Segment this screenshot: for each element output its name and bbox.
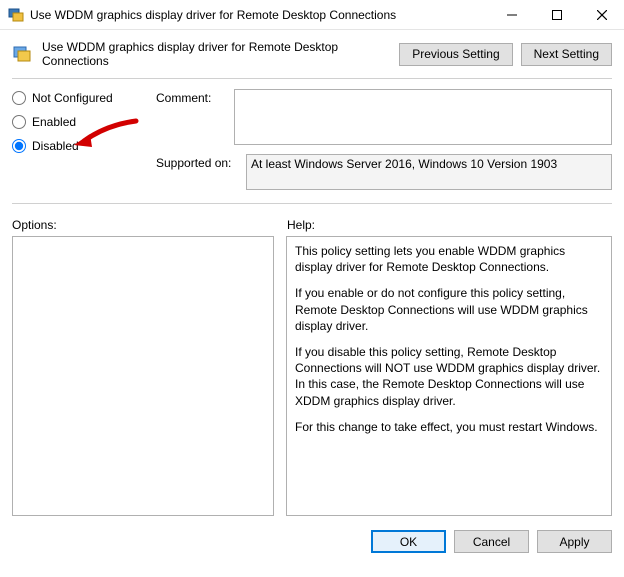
supported-on-label: Supported on: (156, 154, 246, 170)
close-button[interactable] (579, 0, 624, 30)
ok-button[interactable]: OK (371, 530, 446, 553)
enabled-radio[interactable] (12, 115, 26, 129)
options-panel[interactable] (12, 236, 274, 516)
policy-icon (12, 44, 32, 64)
disabled-radio[interactable] (12, 139, 26, 153)
previous-setting-button[interactable]: Previous Setting (399, 43, 512, 66)
cancel-button[interactable]: Cancel (454, 530, 529, 553)
not-configured-radio[interactable] (12, 91, 26, 105)
help-text: This policy setting lets you enable WDDM… (295, 243, 603, 275)
not-configured-label[interactable]: Not Configured (32, 91, 113, 105)
disabled-label[interactable]: Disabled (32, 139, 79, 153)
enabled-label[interactable]: Enabled (32, 115, 76, 129)
mmc-policy-icon (8, 7, 24, 23)
comment-label: Comment: (156, 89, 234, 105)
maximize-button[interactable] (534, 0, 579, 30)
help-section-label: Help: (287, 218, 315, 232)
title-bar: Use WDDM graphics display driver for Rem… (0, 0, 624, 30)
help-text: If you disable this policy setting, Remo… (295, 344, 603, 409)
next-setting-button[interactable]: Next Setting (521, 43, 612, 66)
window-title: Use WDDM graphics display driver for Rem… (30, 8, 489, 22)
policy-title: Use WDDM graphics display driver for Rem… (42, 40, 389, 68)
help-panel[interactable]: This policy setting lets you enable WDDM… (286, 236, 612, 516)
supported-on-field (246, 154, 612, 190)
options-section-label: Options: (12, 218, 287, 232)
comment-textarea[interactable] (234, 89, 612, 145)
policy-header: Use WDDM graphics display driver for Rem… (0, 30, 624, 78)
minimize-button[interactable] (489, 0, 534, 30)
help-text: If you enable or do not configure this p… (295, 285, 603, 334)
apply-button[interactable]: Apply (537, 530, 612, 553)
help-text: For this change to take effect, you must… (295, 419, 603, 435)
